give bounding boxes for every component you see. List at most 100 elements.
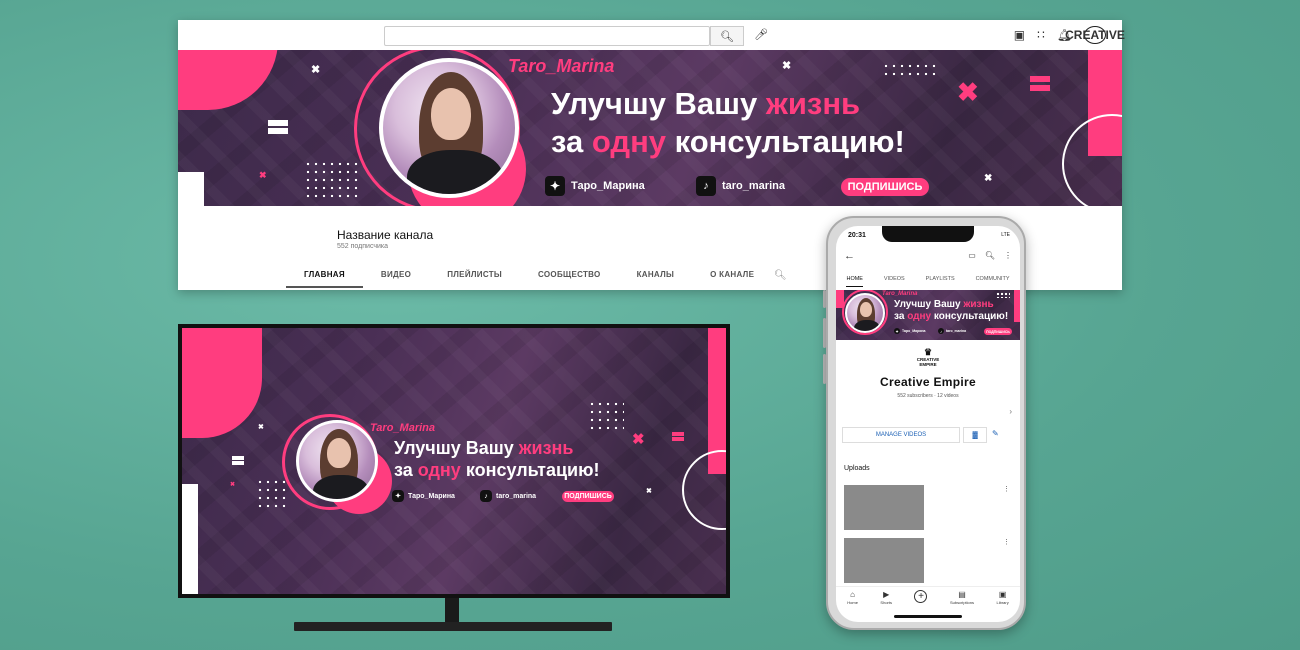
cast-icon[interactable]: ▭	[968, 251, 976, 260]
tv-mockup: ✖ ✖ ✖ ✖ Taro_Marina Улучшу Вашу жизнь за…	[178, 324, 730, 598]
plus-icon: +	[914, 590, 928, 603]
apps-grid-icon[interactable]: ∷	[1037, 28, 1045, 42]
search-input[interactable]	[384, 26, 710, 46]
home-icon: ⌂	[850, 590, 855, 599]
social-link-1[interactable]: ✦ Таро_Марина	[392, 490, 455, 502]
status-network: LTE	[1001, 232, 1010, 238]
channel-tabs: ГЛАВНАЯ ВИДЕО ПЛЕЙЛИСТЫ СООБЩЕСТВО КАНАЛ…	[286, 270, 772, 288]
nav-home[interactable]: ⌂ Home	[847, 590, 858, 605]
social-link-1[interactable]: ✦ Таро_Марина	[894, 328, 925, 334]
social-link-2[interactable]: ♪ taro_marina	[696, 176, 785, 196]
x-decoration: ✖	[646, 488, 652, 495]
channel-search-icon[interactable]: 🔍︎	[774, 270, 787, 281]
tiktok-icon: ♪	[480, 490, 492, 502]
tab-home[interactable]: HOME	[846, 276, 863, 287]
subscribe-button[interactable]: ПОДПИШИСЬ	[841, 178, 929, 196]
analytics-icon[interactable]: ▓	[963, 427, 987, 443]
channel-logo: ♛ CREATIVE EMPIRE	[913, 348, 943, 372]
channel-name: Creative Empire	[880, 375, 976, 389]
tab-about[interactable]: О КАНАЛЕ	[692, 270, 772, 288]
x-decoration: ✖	[311, 64, 321, 76]
back-arrow-icon[interactable]: ←	[844, 250, 855, 262]
tiktok-icon: ♪	[938, 328, 944, 334]
more-vert-icon[interactable]: ⋮	[1003, 485, 1010, 493]
banner-headline: Улучшу Вашу жизнь за одну консультацию!	[551, 86, 905, 159]
nav-create[interactable]: +	[914, 590, 928, 603]
banner-name: Taro_Marina	[508, 56, 615, 76]
x-decoration: ✖	[782, 60, 792, 72]
search-button[interactable]: 🔍︎	[710, 26, 744, 46]
dot-grid	[304, 160, 362, 202]
subscriptions-icon: ▤	[958, 590, 966, 599]
sparkle-icon: ✦	[545, 176, 565, 196]
dot-grid	[882, 62, 940, 80]
subscriber-count: 552 подписчика	[337, 243, 389, 250]
nav-library[interactable]: ▣ Library	[997, 590, 1009, 605]
subscribe-button[interactable]: ПОДПИШИСЬ	[562, 491, 614, 502]
equals-decoration	[1030, 76, 1050, 91]
phone-screen: 20:31 LTE ← ▭ 🔍︎ ⋮ HOME VIDEOS PLAYLISTS…	[836, 226, 1020, 622]
video-thumbnail[interactable]	[844, 485, 924, 530]
tv-banner: ✖ ✖ ✖ ✖ Taro_Marina Улучшу Вашу жизнь за…	[182, 328, 726, 594]
logo-text: EMPIRE	[919, 362, 937, 367]
phone-mockup: 20:31 LTE ← ▭ 🔍︎ ⋮ HOME VIDEOS PLAYLISTS…	[826, 216, 1026, 630]
avatar-photo	[379, 58, 519, 198]
avatar-photo	[845, 293, 885, 333]
tab-channels[interactable]: КАНАЛЫ	[619, 270, 693, 288]
sparkle-icon: ✦	[392, 490, 404, 502]
search-icon: 🔍︎	[720, 30, 734, 43]
phone-top-icons: ▭ 🔍︎ ⋮	[968, 251, 1012, 260]
status-time: 20:31	[848, 232, 866, 239]
tab-community[interactable]: СООБЩЕСТВО	[520, 270, 619, 288]
more-vert-icon[interactable]: ⋮	[1004, 251, 1012, 260]
equals-decoration	[232, 456, 244, 465]
x-decoration: ✖	[632, 431, 645, 448]
subscribe-button[interactable]: ПОДПИШИСЬ	[984, 328, 1012, 335]
search-icon[interactable]: 🔍︎	[985, 251, 995, 260]
banner-headline: Улучшу Вашу жизнь за одну консультацию!	[894, 299, 1009, 323]
avatar-logo-text: CREATIVE	[1065, 27, 1125, 42]
phone-banner: Taro_Marina Улучшу Вашу жизнь за одну ко…	[836, 290, 1020, 340]
video-thumbnail[interactable]	[844, 538, 924, 583]
white-block	[182, 484, 198, 594]
tab-playlists[interactable]: PLAYLISTS	[926, 276, 955, 287]
video-create-icon[interactable]: ▣	[1014, 28, 1025, 42]
tab-home[interactable]: ГЛАВНАЯ	[286, 270, 363, 288]
tab-videos[interactable]: VIDEOS	[884, 276, 905, 287]
white-block	[178, 172, 204, 206]
more-vert-icon[interactable]: ⋮	[1003, 538, 1010, 546]
phone-notch	[882, 226, 974, 242]
tab-videos[interactable]: ВИДЕО	[363, 270, 429, 288]
bottom-nav: ⌂ Home ▶ Shorts + ▤ Subscriptions ▣ Library	[836, 586, 1020, 612]
dot-grid	[588, 400, 624, 434]
banner-name: Taro_Marina	[370, 422, 436, 434]
x-decoration: ✖	[984, 173, 993, 184]
white-ring	[682, 450, 726, 530]
manage-videos-button[interactable]: MANAGE VIDEOS	[842, 427, 960, 443]
x-decoration: ✖	[259, 170, 267, 180]
youtube-topbar: 🔍︎ 🎤︎ ▣ ∷ 🔔︎ CREATIVE	[178, 20, 1125, 50]
social-link-2[interactable]: ♪ taro_marina	[938, 328, 966, 334]
phone-tabs: HOME VIDEOS PLAYLISTS COMMUNITY	[836, 276, 1020, 287]
crown-icon: ♛	[923, 347, 933, 357]
mic-icon[interactable]: 🎤︎	[754, 28, 768, 41]
tab-playlists[interactable]: ПЛЕЙЛИСТЫ	[429, 270, 520, 288]
equals-decoration	[268, 120, 288, 134]
tab-community[interactable]: COMMUNITY	[976, 276, 1010, 287]
x-decoration: ✖	[957, 77, 979, 107]
tv-base	[294, 622, 612, 631]
uploads-heading: Uploads	[844, 465, 870, 472]
social-link-2[interactable]: ♪ taro_marina	[480, 490, 536, 502]
avatar-photo	[296, 420, 378, 502]
chevron-right-icon[interactable]: ›	[1009, 407, 1012, 416]
edit-icon[interactable]: ✎	[992, 429, 999, 438]
avatar[interactable]: CREATIVE	[1065, 26, 1125, 44]
x-decoration: ✖	[258, 424, 264, 431]
social-link-1[interactable]: ✦ Таро_Марина	[545, 176, 645, 196]
nav-subscriptions[interactable]: ▤ Subscriptions	[950, 590, 974, 605]
nav-shorts[interactable]: ▶ Shorts	[880, 590, 892, 605]
dot-grid	[256, 478, 290, 508]
channel-meta: 552 subscribers · 12 videos	[897, 393, 959, 399]
sparkle-icon: ✦	[894, 328, 900, 334]
tiktok-icon: ♪	[696, 176, 716, 196]
